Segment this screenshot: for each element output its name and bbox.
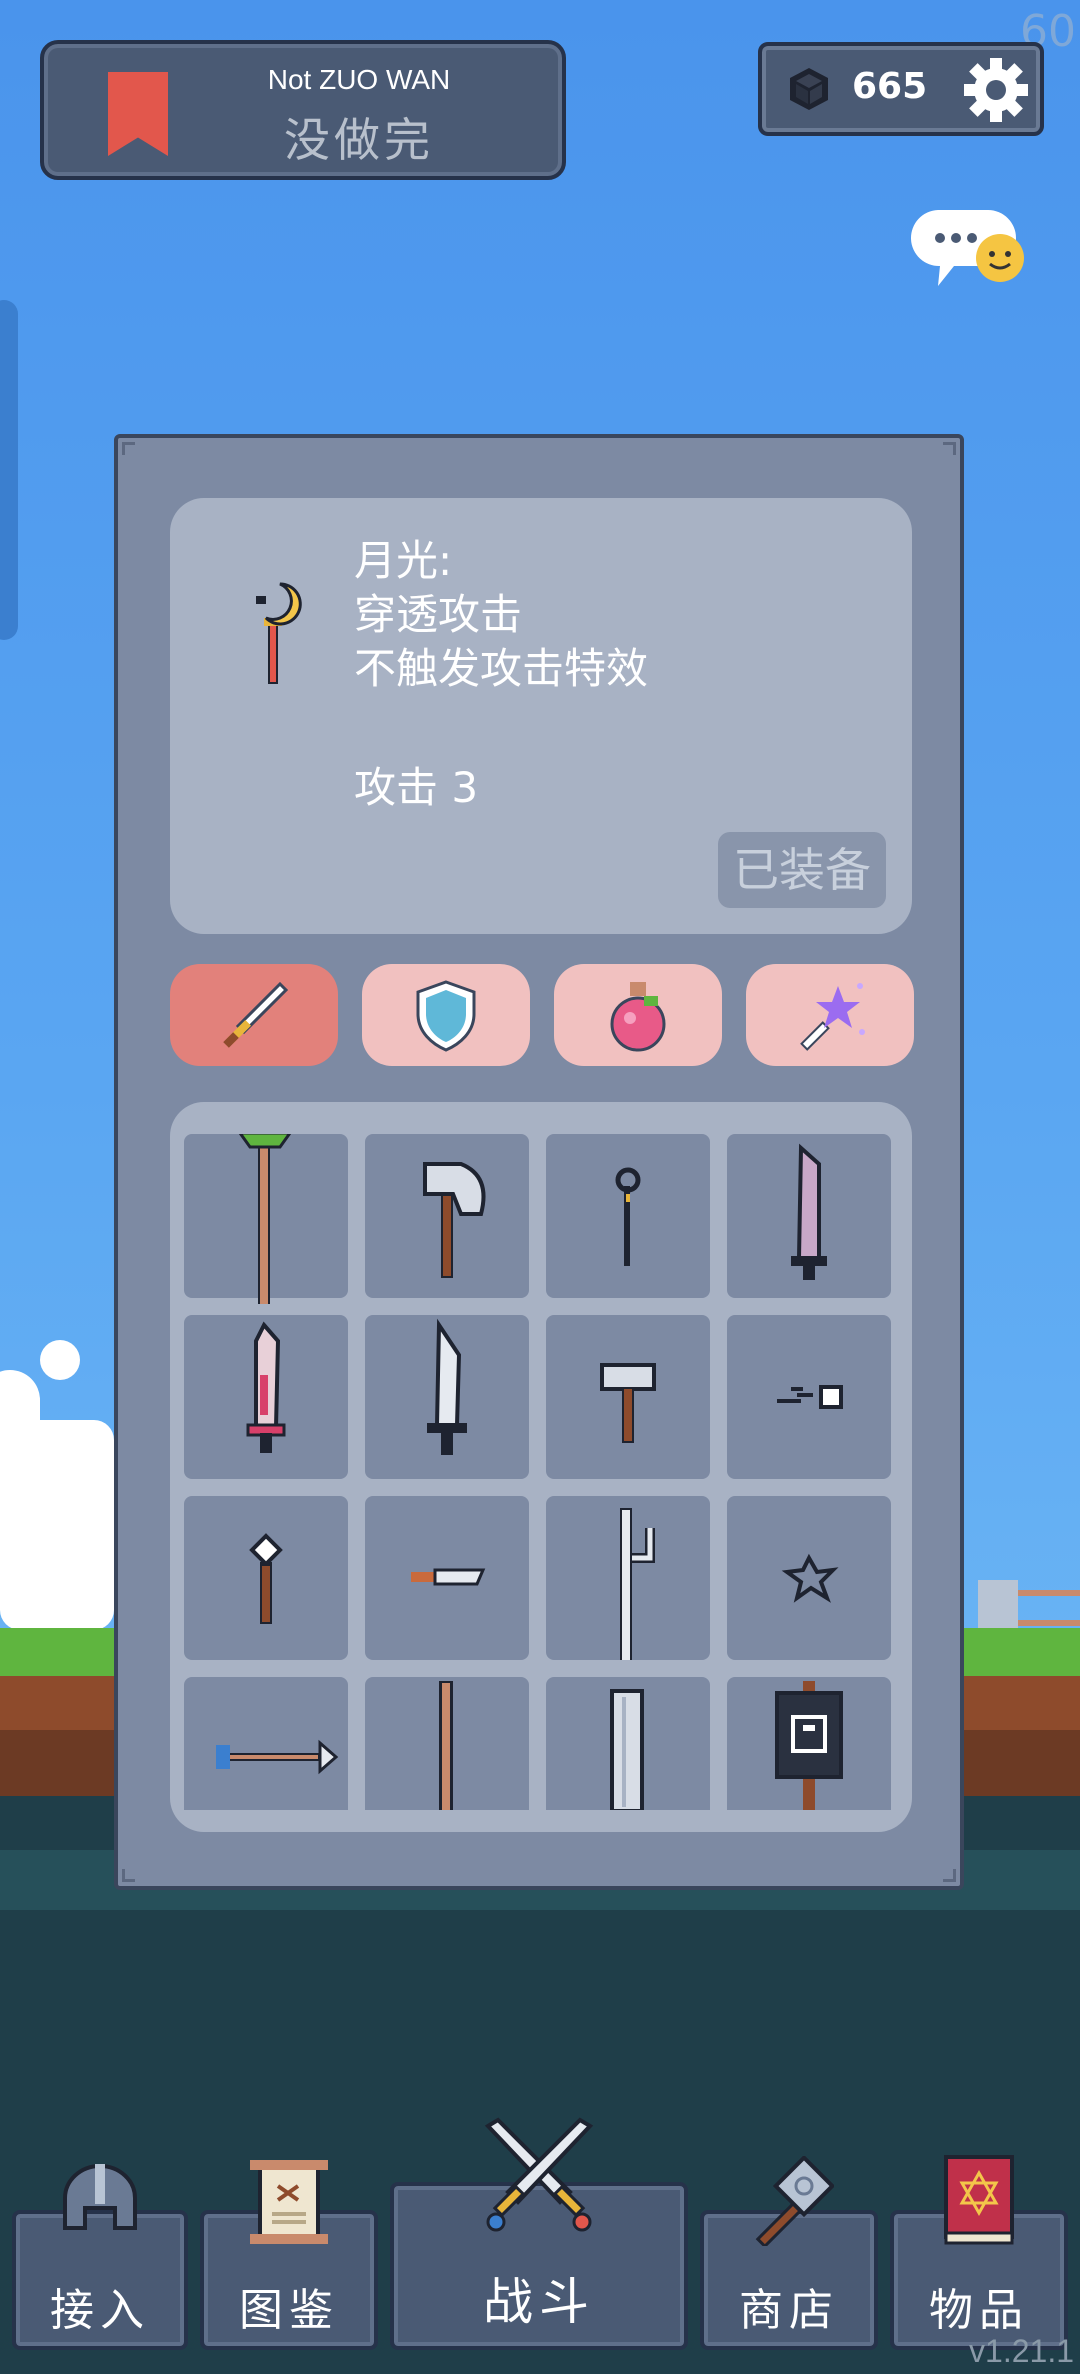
panel-corner bbox=[122, 442, 135, 455]
leaf-staff-icon bbox=[238, 1134, 292, 1304]
shield-icon bbox=[416, 980, 476, 1052]
gear-icon[interactable] bbox=[960, 54, 1032, 126]
level-title-en: Not ZUO WAN bbox=[267, 64, 451, 95]
crossed-swords-icon bbox=[484, 2117, 594, 2232]
version-label: v1.21.1 bbox=[969, 2333, 1074, 2369]
cloud bbox=[40, 1340, 80, 1380]
mace-icon bbox=[249, 1533, 283, 1624]
dark-sword-icon bbox=[791, 1143, 827, 1280]
inventory-slot[interactable] bbox=[727, 1677, 891, 1810]
moon-staff-icon bbox=[256, 582, 302, 684]
broadsword-icon bbox=[610, 1689, 644, 1810]
axe-icon bbox=[423, 1162, 486, 1278]
inventory-grid bbox=[170, 1102, 912, 1832]
inventory-scroll[interactable] bbox=[184, 1134, 900, 1810]
stone-block bbox=[978, 1580, 1018, 1628]
hook-staff-icon bbox=[620, 1508, 655, 1660]
item-info-card: 月光: 穿透攻击 不触发攻击特效 攻击 3 已装备 bbox=[170, 498, 912, 934]
tab-potion[interactable] bbox=[554, 964, 722, 1066]
nav-shop[interactable]: 商店 bbox=[700, 2156, 878, 2350]
chat-button[interactable] bbox=[900, 204, 1030, 294]
inventory-slot[interactable] bbox=[365, 1677, 529, 1810]
steel-sword-icon bbox=[427, 1318, 467, 1455]
nav-codex-label: 图鉴 bbox=[239, 2285, 339, 2336]
side-drawer-tab[interactable] bbox=[0, 300, 18, 640]
crimson-sword-icon bbox=[246, 1321, 286, 1453]
tab-armor[interactable] bbox=[362, 964, 530, 1066]
sword-icon bbox=[223, 981, 289, 1048]
gem-count: 665 bbox=[852, 66, 928, 107]
panel-corner bbox=[943, 1869, 956, 1882]
inventory-slot[interactable] bbox=[365, 1315, 529, 1479]
inventory-slot[interactable] bbox=[546, 1134, 710, 1298]
nav-connect-label: 接入 bbox=[50, 2285, 150, 2336]
fence bbox=[1010, 1590, 1080, 1626]
nav-battle[interactable]: 战斗 bbox=[390, 2117, 688, 2350]
currency-bar: 665 bbox=[758, 42, 1044, 136]
potion-icon bbox=[610, 982, 666, 1052]
inventory-slot[interactable] bbox=[365, 1134, 529, 1298]
cloud bbox=[0, 1420, 114, 1630]
inventory-slot[interactable] bbox=[727, 1496, 891, 1660]
nav-shop-label: 商店 bbox=[739, 2285, 839, 2336]
nav-items[interactable]: 物品 bbox=[890, 2155, 1068, 2350]
level-banner[interactable]: Not ZUO WAN 没做完 bbox=[40, 40, 566, 180]
nav-connect[interactable]: 接入 bbox=[12, 2164, 188, 2350]
magic-wand-icon bbox=[800, 983, 865, 1051]
bookmark-icon bbox=[108, 72, 168, 156]
inventory-slot[interactable] bbox=[184, 1496, 348, 1660]
inventory-slot[interactable] bbox=[365, 1496, 529, 1660]
inventory-slot[interactable] bbox=[727, 1134, 891, 1298]
panel-corner bbox=[943, 442, 956, 455]
arrow-icon bbox=[216, 1739, 339, 1775]
inventory-slot[interactable] bbox=[546, 1496, 710, 1660]
inventory-slot[interactable] bbox=[184, 1677, 348, 1810]
panel-corner bbox=[122, 1869, 135, 1882]
item-description: 月光: 穿透攻击 不触发攻击特效 bbox=[354, 536, 649, 693]
inventory-slot[interactable] bbox=[546, 1677, 710, 1810]
level-title-cn: 没做完 bbox=[284, 113, 434, 167]
wooden-pole-icon bbox=[439, 1681, 453, 1810]
small-wand-icon bbox=[615, 1167, 641, 1266]
hammer-icon bbox=[755, 2156, 834, 2246]
inventory-slot[interactable] bbox=[184, 1134, 348, 1304]
bottom-nav: 接入 图鉴 战斗 商店 物品 v1.21.1 bbox=[0, 2117, 1080, 2374]
scroll-icon bbox=[250, 2160, 328, 2244]
nav-items-label: 物品 bbox=[929, 2285, 1029, 2336]
tab-weapon[interactable] bbox=[170, 964, 338, 1066]
thrown-stone-icon bbox=[777, 1385, 843, 1409]
gem-icon bbox=[790, 68, 828, 110]
inventory-slot[interactable] bbox=[184, 1315, 348, 1479]
nav-battle-label: 战斗 bbox=[483, 2273, 595, 2331]
inventory-slot[interactable] bbox=[727, 1315, 891, 1479]
spellbook-icon bbox=[944, 2155, 1014, 2245]
hammer-icon bbox=[600, 1363, 656, 1443]
nav-codex[interactable]: 图鉴 bbox=[200, 2160, 378, 2350]
tab-magic[interactable] bbox=[746, 964, 914, 1066]
shuriken-icon bbox=[781, 1553, 839, 1603]
knife-icon bbox=[411, 1568, 486, 1586]
inventory-slot[interactable] bbox=[546, 1315, 710, 1479]
helmet-icon bbox=[63, 2164, 137, 2230]
item-attack: 攻击 3 bbox=[354, 763, 479, 812]
equipment-panel: 月光: 穿透攻击 不触发攻击特效 攻击 3 已装备 bbox=[114, 434, 964, 1890]
banner-icon bbox=[775, 1681, 843, 1810]
equipped-button[interactable]: 已装备 bbox=[718, 832, 886, 908]
